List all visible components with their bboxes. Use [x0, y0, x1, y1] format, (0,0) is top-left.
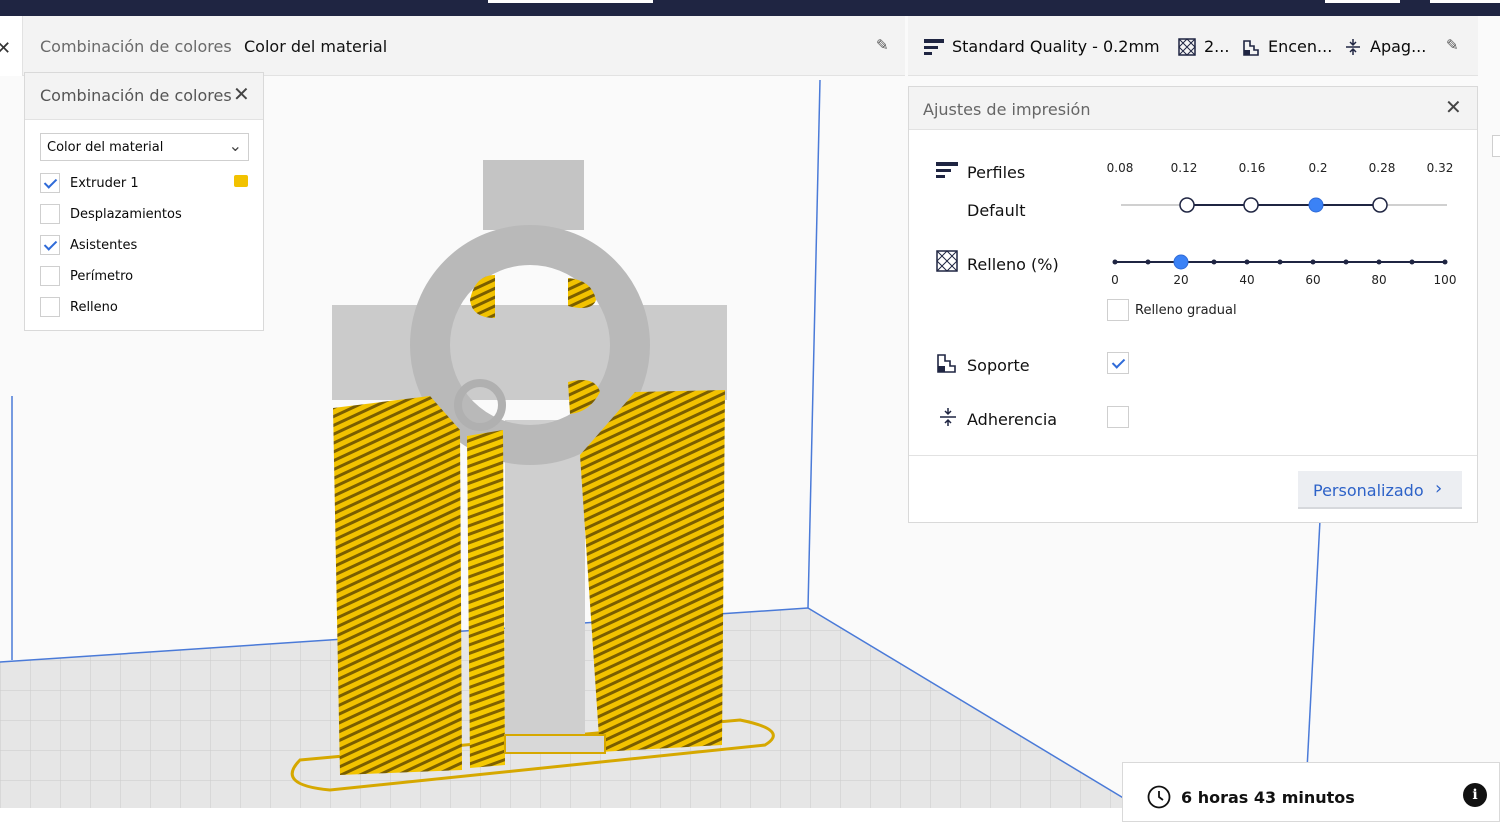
layer-height-slider[interactable] — [1109, 193, 1459, 217]
color-scheme-dropdown[interactable]: Color del material ⌄ — [40, 133, 249, 161]
layer-height-tick: 0.12 — [1170, 161, 1198, 175]
top-tab-indicator[interactable] — [488, 0, 653, 3]
adhesion-icon — [1346, 38, 1360, 55]
edge-control[interactable] — [1492, 135, 1500, 157]
profiles-label: Perfiles — [967, 163, 1026, 182]
checkbox[interactable] — [40, 173, 60, 193]
top-button-indicator-2[interactable] — [1430, 0, 1500, 3]
close-icon[interactable]: ✕ — [1445, 95, 1462, 119]
divider — [909, 455, 1477, 456]
slider-handle[interactable] — [1308, 197, 1324, 213]
info-icon[interactable]: i — [1463, 783, 1487, 807]
support-short-label: Encen... — [1268, 37, 1333, 56]
print-time-label: 6 horas 43 minutos — [1181, 788, 1355, 807]
checkbox[interactable] — [40, 266, 60, 286]
panel-title: Combinación de colores — [40, 86, 232, 105]
slider-stop[interactable] — [1372, 197, 1388, 213]
support-summary[interactable]: Encen... — [1242, 37, 1332, 56]
checkbox[interactable] — [40, 204, 60, 224]
checkbox-helpers[interactable]: Asistentes — [40, 234, 137, 256]
close-icon[interactable]: ✕ — [233, 82, 250, 106]
custom-button-label: Personalizado — [1313, 481, 1424, 500]
infill-icon — [936, 250, 958, 272]
slider-stop[interactable] — [1243, 197, 1259, 213]
support-icon — [937, 354, 956, 373]
dropdown-value: Color del material — [47, 140, 164, 155]
checkbox-shell[interactable]: Perímetro — [40, 265, 133, 287]
adhesion-short-label: Apag... — [1370, 37, 1427, 56]
support-icon — [1243, 39, 1259, 56]
checkbox-label: Asistentes — [70, 237, 138, 253]
checkbox-infill[interactable]: Relleno — [40, 296, 118, 318]
quality-summary[interactable]: Standard Quality - 0.2mm — [924, 37, 1160, 56]
adhesion-checkbox[interactable] — [1107, 406, 1129, 428]
infill-tick: 100 — [1433, 273, 1457, 287]
gradual-infill-label: Relleno gradual — [1135, 303, 1237, 318]
print-settings-header: Ajustes de impresión ✕ — [909, 87, 1477, 130]
checkbox-label: Perímetro — [70, 268, 134, 284]
pencil-icon[interactable]: ✎ — [1446, 36, 1459, 54]
custom-settings-button[interactable]: Personalizado › — [1298, 471, 1462, 509]
checkbox-label: Extruder 1 — [70, 175, 139, 191]
support-checkbox[interactable] — [1107, 352, 1129, 374]
print-time-panel[interactable]: 6 horas 43 minutos i — [1122, 762, 1500, 822]
checkbox-extruder-1[interactable]: Extruder 1 — [40, 172, 139, 194]
pencil-icon[interactable]: ✎ — [876, 36, 889, 54]
color-scheme-label: Combinación de colores — [40, 37, 232, 56]
top-bar — [0, 0, 1500, 16]
chevron-down-icon: ⌄ — [228, 136, 242, 155]
top-button-indicator[interactable] — [1325, 0, 1400, 3]
color-scheme-header[interactable]: ✕ Combinación de colores Color del mater… — [0, 16, 905, 76]
infill-tick: 60 — [1305, 273, 1321, 287]
clock-icon — [1147, 785, 1171, 809]
infill-tick: 0 — [1111, 273, 1119, 287]
checkbox[interactable] — [40, 235, 60, 255]
infill-icon — [1178, 37, 1196, 56]
adhesion-label: Adherencia — [967, 410, 1058, 429]
infill-label: Relleno (%) — [967, 255, 1059, 274]
chevron-right-icon: › — [1435, 478, 1443, 499]
profile-icon — [924, 38, 944, 55]
layer-height-tick: 0.32 — [1426, 161, 1454, 175]
checkbox-label: Desplazamientos — [70, 206, 182, 222]
gradual-infill-checkbox[interactable] — [1107, 299, 1129, 321]
checkbox[interactable] — [40, 297, 60, 317]
close-icon[interactable]: ✕ — [0, 38, 11, 59]
layer-height-tick: 0.2 — [1308, 161, 1328, 175]
adhesion-summary[interactable]: Apag... — [1344, 37, 1426, 56]
infill-tick: 40 — [1239, 273, 1255, 287]
checkbox-label: Relleno — [70, 299, 118, 315]
adhesion-icon — [940, 408, 956, 426]
infill-tick: 80 — [1371, 273, 1387, 287]
support-label: Soporte — [967, 356, 1030, 375]
layer-height-tick: 0.28 — [1368, 161, 1396, 175]
infill-short-label: 2... — [1204, 37, 1230, 56]
checkbox-travels[interactable]: Desplazamientos — [40, 203, 182, 225]
color-scheme-panel: Combinación de colores ✕ Color del mater… — [24, 72, 264, 331]
color-scheme-panel-header: Combinación de colores ✕ — [25, 73, 263, 120]
layer-height-tick: 0.08 — [1106, 161, 1134, 175]
panel-title: Ajustes de impresión — [923, 100, 1091, 119]
infill-tick: 20 — [1173, 273, 1189, 287]
print-settings-panel: Ajustes de impresión ✕ Perfiles Default … — [908, 86, 1478, 523]
quality-label: Standard Quality - 0.2mm — [952, 37, 1160, 56]
color-scheme-value[interactable]: Color del material — [244, 37, 387, 56]
slider-handle[interactable] — [1173, 254, 1189, 270]
infill-slider[interactable] — [1109, 250, 1459, 274]
profile-icon — [936, 162, 958, 178]
slider-stop[interactable] — [1179, 197, 1195, 213]
infill-summary[interactable]: 2... — [1178, 37, 1229, 56]
layer-height-tick: 0.16 — [1238, 161, 1266, 175]
extruder-color-swatch — [234, 175, 248, 187]
profile-name: Default — [967, 201, 1026, 220]
print-setup-header[interactable]: Standard Quality - 0.2mm 2... Encen... A… — [908, 16, 1478, 76]
